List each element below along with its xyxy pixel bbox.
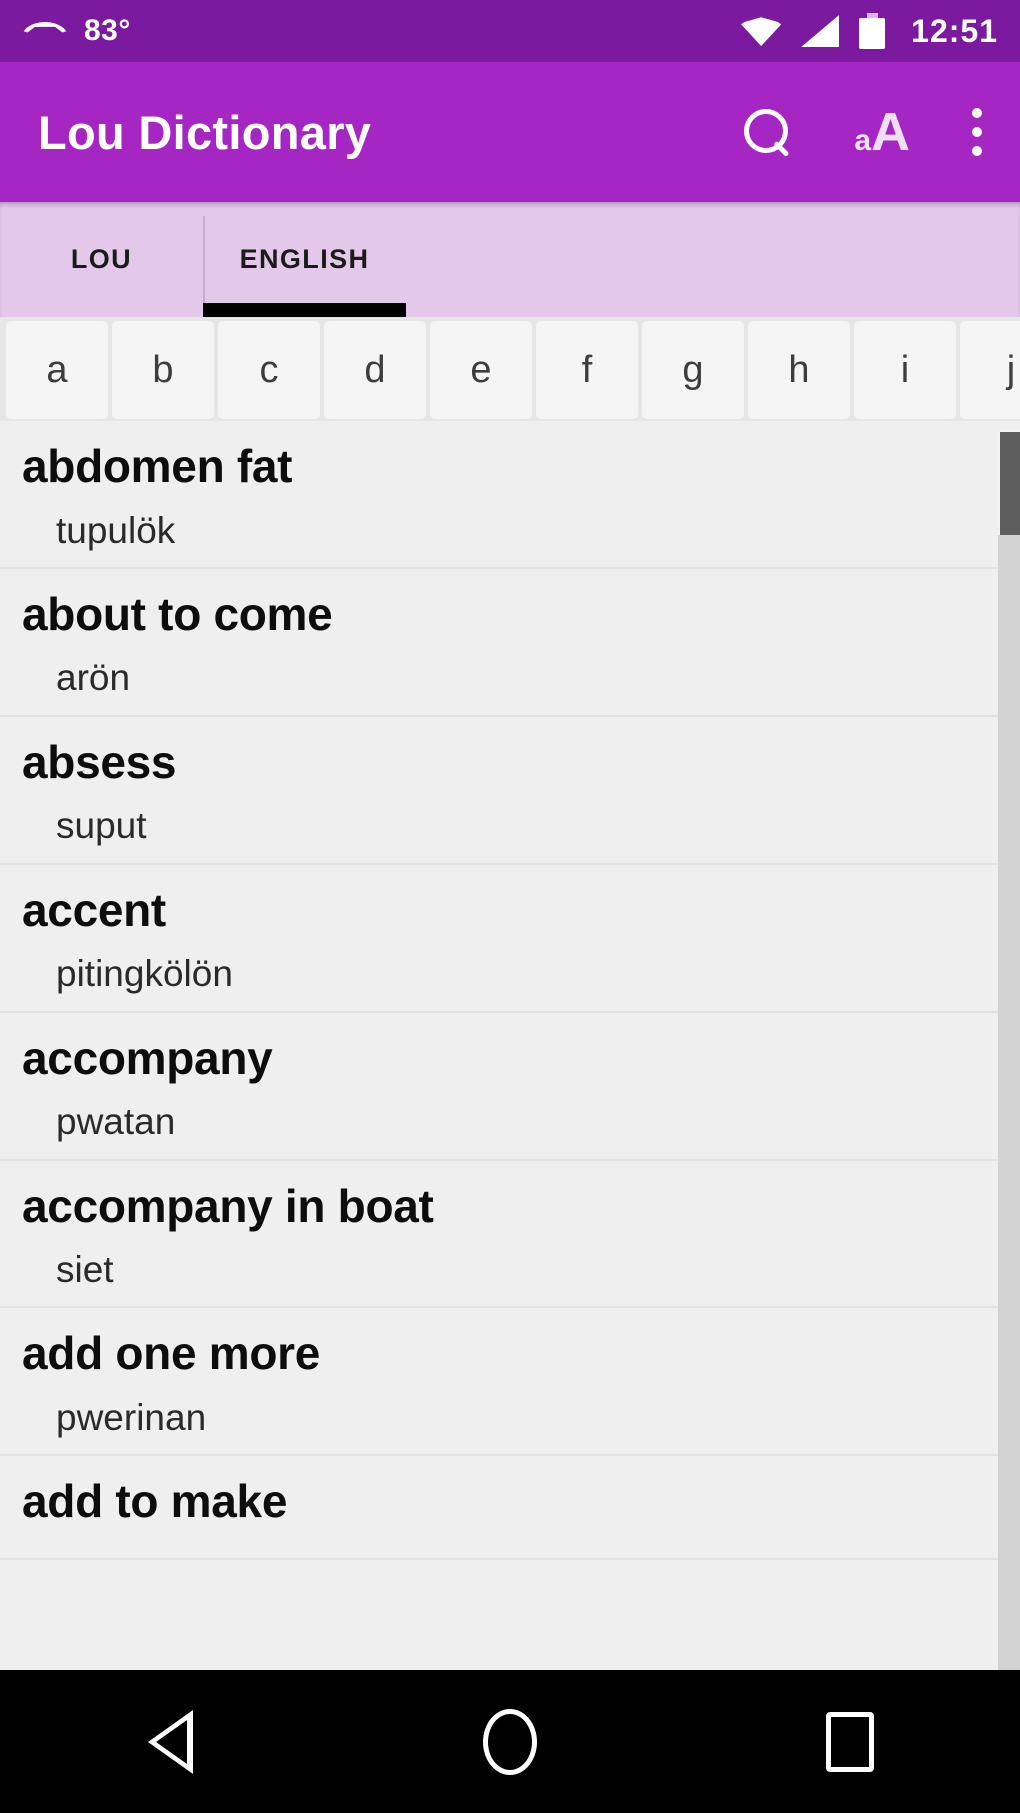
tab-bar: LOU ENGLISH (0, 202, 1020, 317)
entry-gloss: pitingkölön (56, 953, 233, 995)
alphabet-button-f[interactable]: f (536, 321, 638, 419)
entry-headword: abdomen fat (22, 440, 293, 492)
font-size-small-a: a (854, 124, 871, 157)
status-bar-right: 12:51 (741, 13, 998, 50)
entry-gloss: arön (56, 657, 131, 699)
alphabet-button-g[interactable]: g (642, 321, 744, 419)
entry-headword: accompany in boat (22, 1179, 434, 1232)
battery-icon (859, 13, 886, 49)
font-size-icon[interactable]: aA (854, 105, 910, 159)
clock-label: 12:51 (911, 12, 998, 49)
alphabet-button-d[interactable]: d (324, 321, 426, 419)
list-item[interactable]: absess suput (0, 717, 1020, 865)
list-item[interactable]: accent pitingkölön (0, 865, 1020, 1013)
entry-headword: absess (22, 735, 177, 788)
search-icon[interactable] (742, 107, 792, 157)
android-nav-bar (0, 1670, 1020, 1813)
wifi-icon (741, 17, 782, 46)
status-bar: 83° 12:51 (0, 0, 1020, 62)
entry-headword: add one more (22, 1327, 321, 1380)
nav-back-button[interactable] (0, 1709, 340, 1774)
tab-english[interactable]: ENGLISH (203, 202, 406, 317)
temperature-label: 83° (84, 14, 131, 47)
list-item[interactable]: add to make (0, 1456, 1020, 1560)
alphabet-button-a[interactable]: a (6, 321, 108, 419)
dictionary-entry-list[interactable]: abdomen fat tupulök about to come arön a… (0, 421, 1020, 1673)
list-item[interactable]: accompany in boat siet (0, 1161, 1020, 1309)
cloud-icon (22, 16, 68, 46)
list-item[interactable]: accompany pwatan (0, 1013, 1020, 1161)
list-scrollbar-thumb[interactable] (998, 430, 1020, 535)
entry-headword: add to make (22, 1475, 288, 1528)
alphabet-button-j[interactable]: j (960, 321, 1020, 419)
entry-headword: accompany (22, 1031, 273, 1084)
alphabet-button-c[interactable]: c (218, 321, 320, 419)
nav-home-button[interactable] (340, 1708, 680, 1775)
app-root: 83° 12:51 Lou Dictionary aA LOU ENGLISH (0, 0, 1020, 1813)
tab-lou[interactable]: LOU (0, 202, 203, 317)
list-scrollbar-track[interactable] (998, 430, 1020, 1675)
entry-gloss: pwerinan (56, 1396, 207, 1438)
home-circle-icon (483, 1708, 537, 1775)
list-item[interactable]: abdomen fat tupulök (0, 421, 1020, 569)
alphabet-button-h[interactable]: h (748, 321, 850, 419)
cellular-signal-icon (801, 15, 840, 47)
alphabet-button-e[interactable]: e (430, 321, 532, 419)
app-bar: Lou Dictionary aA (0, 62, 1020, 202)
list-item[interactable]: about to come arön (0, 569, 1020, 717)
nav-recents-button[interactable] (680, 1711, 1020, 1772)
alphabet-button-b[interactable]: b (112, 321, 214, 419)
entry-gloss: suput (56, 805, 147, 847)
recents-square-icon (826, 1711, 874, 1772)
entry-gloss: pwatan (56, 1101, 176, 1143)
app-bar-actions: aA (742, 105, 982, 159)
tab-lou-label: LOU (70, 244, 133, 274)
tab-english-indicator (203, 303, 406, 317)
entry-gloss: tupulök (56, 509, 176, 551)
list-item[interactable]: add one more pwerinan (0, 1308, 1020, 1457)
font-size-big-a: A (871, 102, 910, 162)
back-triangle-icon (147, 1709, 193, 1774)
entry-headword: about to come (22, 587, 333, 640)
entry-headword: accent (22, 883, 166, 936)
more-vertical-icon[interactable] (972, 108, 982, 156)
tab-english-label: ENGLISH (239, 244, 370, 274)
alphabet-index-strip[interactable]: a b c d e f g h i j (0, 317, 1020, 421)
entry-gloss: siet (56, 1249, 114, 1291)
page-title: Lou Dictionary (38, 105, 372, 159)
status-bar-left: 83° (22, 14, 741, 48)
alphabet-button-i[interactable]: i (854, 321, 956, 419)
